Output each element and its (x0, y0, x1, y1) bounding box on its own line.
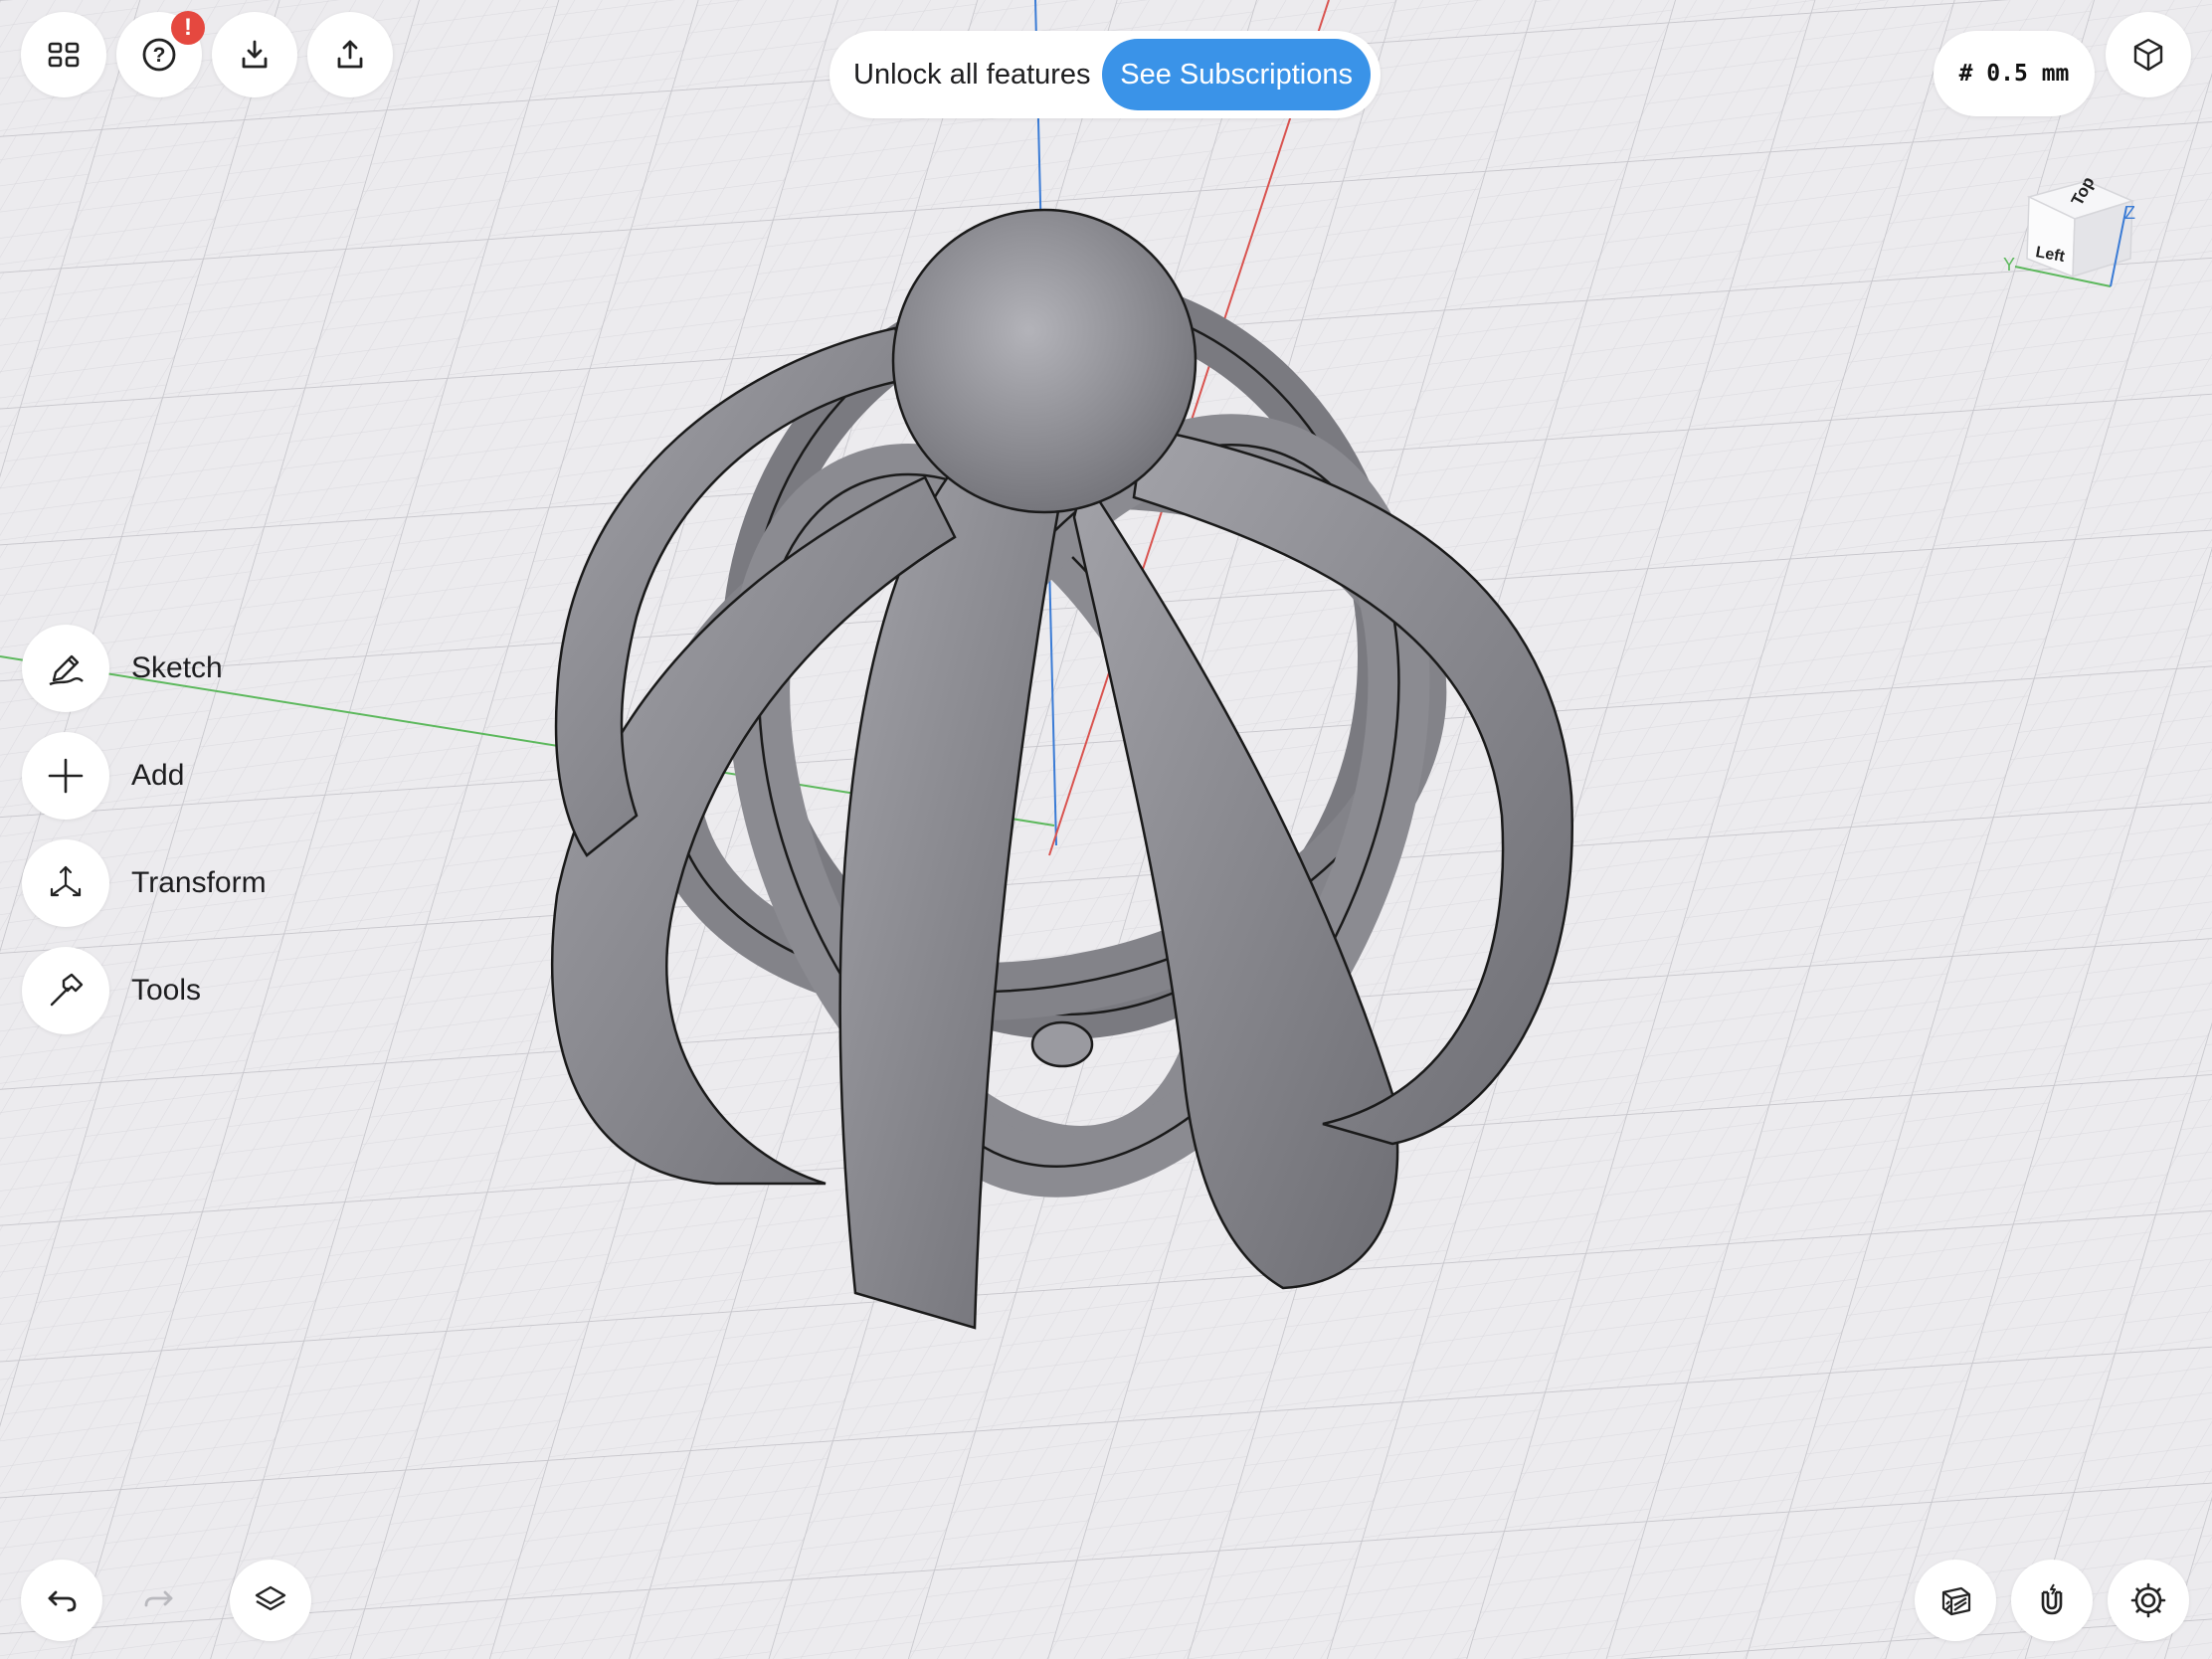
tools-menu-item[interactable]: Tools (22, 947, 340, 1034)
sketch-menu-item[interactable]: Sketch (22, 625, 340, 712)
import-button[interactable] (212, 12, 297, 97)
transform-button-circle (22, 839, 109, 927)
download-icon (242, 40, 268, 69)
snap-button[interactable] (2011, 1560, 2093, 1641)
apps-button[interactable] (21, 12, 106, 97)
svg-text:?: ? (153, 44, 166, 67)
add-menu-item[interactable]: Add (22, 732, 340, 820)
plus-icon (48, 758, 84, 794)
subscription-banner: Unlock all features See Subscriptions (830, 31, 1381, 118)
redo-icon (144, 1590, 173, 1607)
add-label: Add (131, 759, 185, 792)
section-view-icon (1941, 1586, 1971, 1616)
view-cube-z-axis: Z (2124, 203, 2135, 223)
view-cube-y-axis: Y (2003, 255, 2015, 275)
transform-arrows-icon (50, 865, 82, 897)
undo-icon (48, 1590, 77, 1612)
see-subscriptions-button[interactable]: See Subscriptions (1102, 39, 1371, 110)
redo-button[interactable] (118, 1560, 200, 1641)
view-mode-button[interactable] (2106, 12, 2191, 97)
section-view-button[interactable] (1915, 1560, 1996, 1641)
grid-size-button[interactable]: # 0.5 mm (1934, 31, 2095, 116)
add-button-circle (22, 732, 109, 820)
cube-view-icon (2133, 38, 2163, 72)
3d-viewport[interactable] (0, 0, 2212, 1659)
transform-menu-item[interactable]: Transform (22, 839, 340, 927)
navigation-view-cube[interactable]: Top Left Y Z (1991, 149, 2150, 298)
tools-button-circle (22, 947, 109, 1034)
layers-icon (255, 1585, 286, 1611)
sketch-button-circle (22, 625, 109, 712)
hammer-icon (50, 973, 84, 1007)
gear-icon (2130, 1582, 2166, 1618)
grid-icon (48, 42, 80, 68)
help-icon: ? (142, 38, 176, 72)
magnet-icon (2041, 1583, 2063, 1615)
tools-label: Tools (131, 974, 202, 1007)
undo-button[interactable] (21, 1560, 102, 1641)
transform-label: Transform (131, 866, 267, 899)
layers-button[interactable] (230, 1560, 311, 1641)
settings-button[interactable] (2108, 1560, 2189, 1641)
notification-badge: ! (171, 11, 205, 45)
pen-sketch-icon (49, 654, 84, 686)
share-icon (337, 40, 363, 69)
sketch-label: Sketch (131, 651, 223, 684)
export-button[interactable] (307, 12, 393, 97)
promo-text: Unlock all features (853, 59, 1091, 91)
